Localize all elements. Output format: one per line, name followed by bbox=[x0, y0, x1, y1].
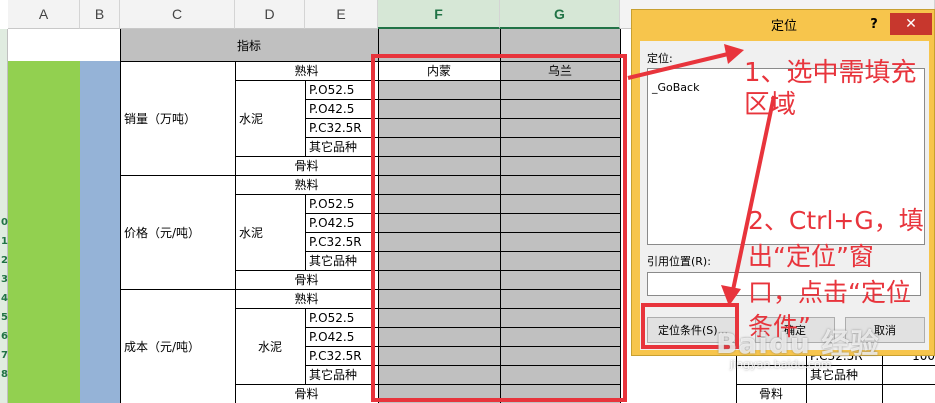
column-header-g[interactable]: G bbox=[500, 0, 620, 29]
cell-other[interactable]: 其它品种 bbox=[305, 365, 378, 384]
row-number[interactable]: 7 bbox=[0, 351, 8, 361]
cell-grade-po525[interactable]: P.O52.5 bbox=[305, 80, 378, 99]
group-cost-label[interactable]: 成本（元/吨） bbox=[120, 289, 235, 403]
group-sales-label[interactable]: 销量（万吨） bbox=[120, 61, 235, 175]
cell-grade-pc325r[interactable]: P.C32.5R bbox=[305, 118, 378, 137]
annotation-step2-line3: 口，点击“定位 bbox=[748, 278, 911, 307]
group-price-label[interactable]: 价格（元/吨） bbox=[120, 175, 235, 289]
row-number[interactable]: 0 bbox=[0, 218, 8, 228]
annotation-step2-line1: 2、Ctrl+G，填 bbox=[748, 206, 924, 235]
annotation-step2-line2: 出“定位”窗 bbox=[748, 242, 874, 271]
cell-aggregate[interactable]: 骨料 bbox=[235, 156, 378, 175]
column-header-e[interactable]: E bbox=[305, 0, 378, 29]
cell-clinker[interactable]: 熟料 bbox=[235, 61, 378, 80]
cell-cement[interactable]: 水泥 bbox=[235, 80, 305, 156]
cell-clinker[interactable]: 熟料 bbox=[235, 175, 378, 194]
cell-grade-po425[interactable]: P.O42.5 bbox=[305, 213, 378, 232]
cell-other[interactable]: 其它品种 bbox=[305, 137, 378, 156]
help-icon[interactable]: ? bbox=[864, 14, 884, 34]
annotation-step1-line2: 区域 bbox=[744, 90, 797, 120]
cell-grade-po525[interactable]: P.O52.5 bbox=[305, 194, 378, 213]
row-number[interactable]: 8 bbox=[0, 370, 8, 380]
cell-cement[interactable]: 水泥 bbox=[235, 194, 305, 270]
cell-grade-pc325r[interactable]: P.C32.5R bbox=[305, 346, 378, 365]
row-number[interactable]: 1 bbox=[0, 237, 8, 247]
row-number[interactable]: 5 bbox=[0, 313, 8, 323]
column-header-b[interactable]: B bbox=[80, 0, 120, 29]
row-number[interactable]: 4 bbox=[0, 294, 8, 304]
list-item[interactable]: _GoBack bbox=[652, 81, 699, 94]
cell-grade-po425[interactable]: P.O42.5 bbox=[305, 327, 378, 346]
cell-grade-pc325r[interactable]: P.C32.5R bbox=[305, 232, 378, 251]
row-number[interactable]: 6 bbox=[0, 332, 8, 342]
cell-clinker[interactable]: 熟料 bbox=[235, 289, 378, 308]
cell-cement[interactable]: 水泥 bbox=[235, 308, 305, 384]
goto-label: 定位: bbox=[647, 52, 673, 65]
baidu-watermark-url: jingyan.baidu.com bbox=[730, 358, 832, 371]
column-b-blue-fill[interactable] bbox=[80, 61, 120, 403]
row-number[interactable]: 2 bbox=[0, 256, 8, 266]
column-header-c[interactable]: C bbox=[120, 0, 235, 29]
reference-label: 引用位置(R): bbox=[647, 255, 711, 268]
row-number[interactable]: 3 bbox=[0, 275, 8, 285]
cell-aggregate[interactable]: 骨料 bbox=[235, 384, 378, 403]
cell-grade-po525[interactable]: P.O52.5 bbox=[305, 308, 378, 327]
row-header-strip bbox=[0, 29, 8, 403]
bg-cell-aggregate[interactable]: 骨料 bbox=[736, 384, 806, 403]
column-header-d[interactable]: D bbox=[235, 0, 305, 29]
selection-highlight-box bbox=[371, 54, 627, 402]
cell-other[interactable]: 其它品种 bbox=[305, 251, 378, 270]
column-header-f[interactable]: F bbox=[378, 0, 500, 29]
cell-aggregate[interactable]: 骨料 bbox=[235, 270, 378, 289]
column-a-green-fill[interactable] bbox=[8, 61, 80, 403]
annotation-step1-line1: 1、选中需填充 bbox=[744, 58, 917, 88]
cell-grade-po425[interactable]: P.O42.5 bbox=[305, 99, 378, 118]
baidu-watermark-logo: Baidu 经验 bbox=[716, 327, 880, 360]
header-cell-indicator[interactable]: 指标 bbox=[120, 29, 378, 61]
column-header-a[interactable]: A bbox=[8, 0, 80, 29]
close-button[interactable]: ✕ bbox=[890, 13, 932, 35]
